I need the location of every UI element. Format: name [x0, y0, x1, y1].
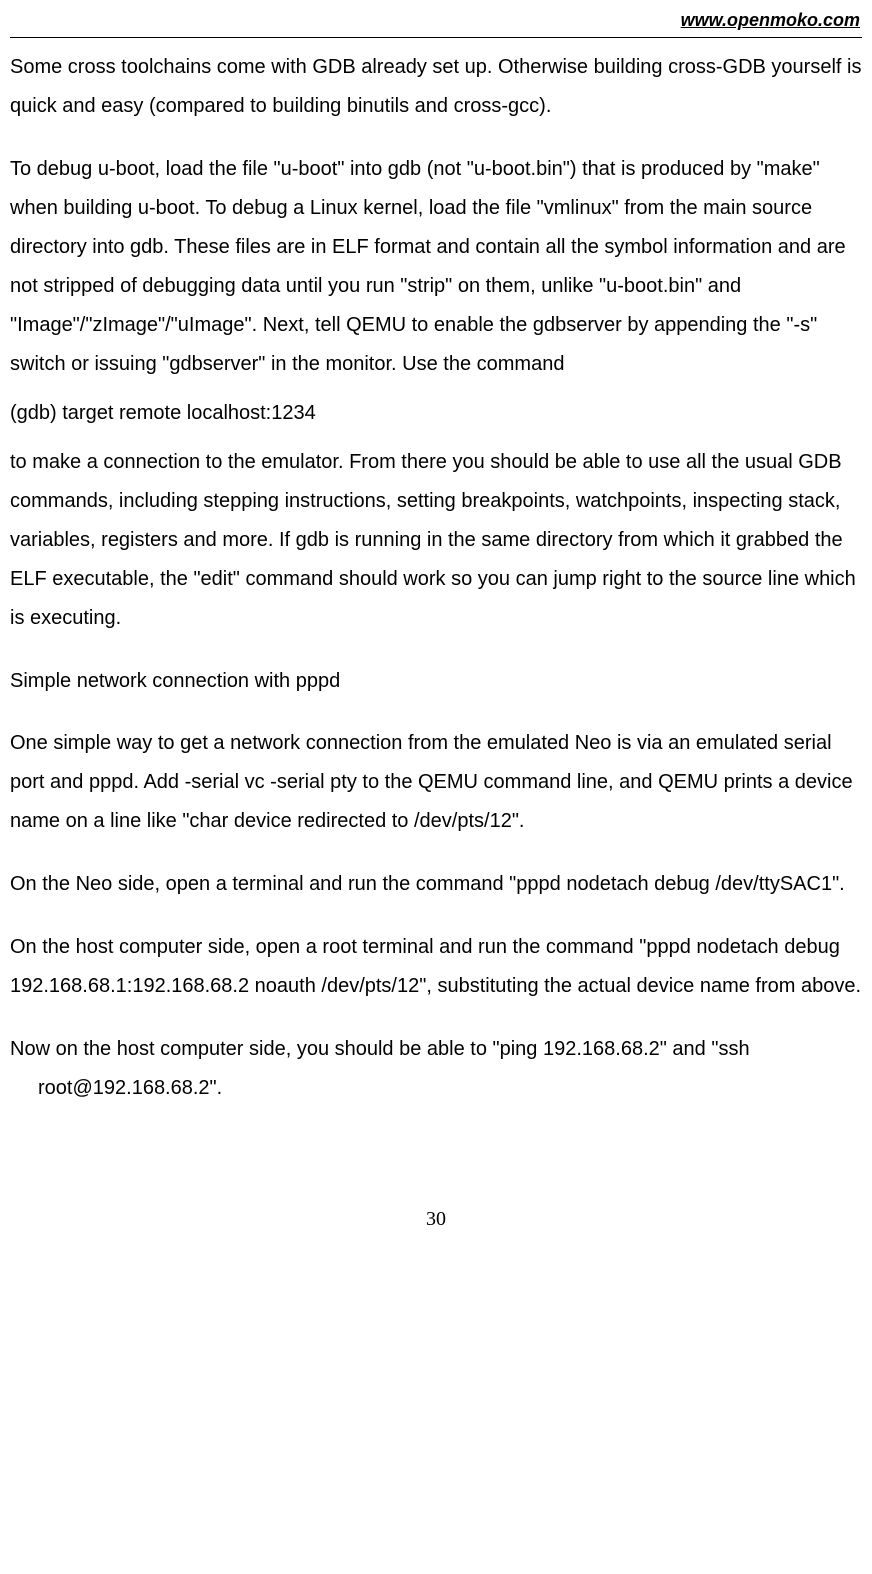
- header-divider: [10, 37, 862, 38]
- header-url-link[interactable]: www.openmoko.com: [10, 10, 862, 31]
- paragraph-intro: Some cross toolchains come with GDB alre…: [10, 48, 862, 126]
- paragraph-debug-uboot: To debug u-boot, load the file "u-boot" …: [10, 150, 862, 384]
- paragraph-ping-ssh: Now on the host computer side, you shoul…: [10, 1030, 862, 1108]
- paragraph-gdb-usage: to make a connection to the emulator. Fr…: [10, 443, 862, 638]
- paragraph-neo-side: On the Neo side, open a terminal and run…: [10, 865, 862, 904]
- section-heading-pppd: Simple network connection with pppd: [10, 662, 862, 700]
- paragraph-host-side: On the host computer side, open a root t…: [10, 928, 862, 1006]
- paragraph-pppd-intro: One simple way to get a network connecti…: [10, 724, 862, 841]
- gdb-command-line: (gdb) target remote localhost:1234: [10, 394, 862, 433]
- document-page: www.openmoko.com Some cross toolchains c…: [0, 0, 872, 1261]
- page-number: 30: [10, 1208, 862, 1231]
